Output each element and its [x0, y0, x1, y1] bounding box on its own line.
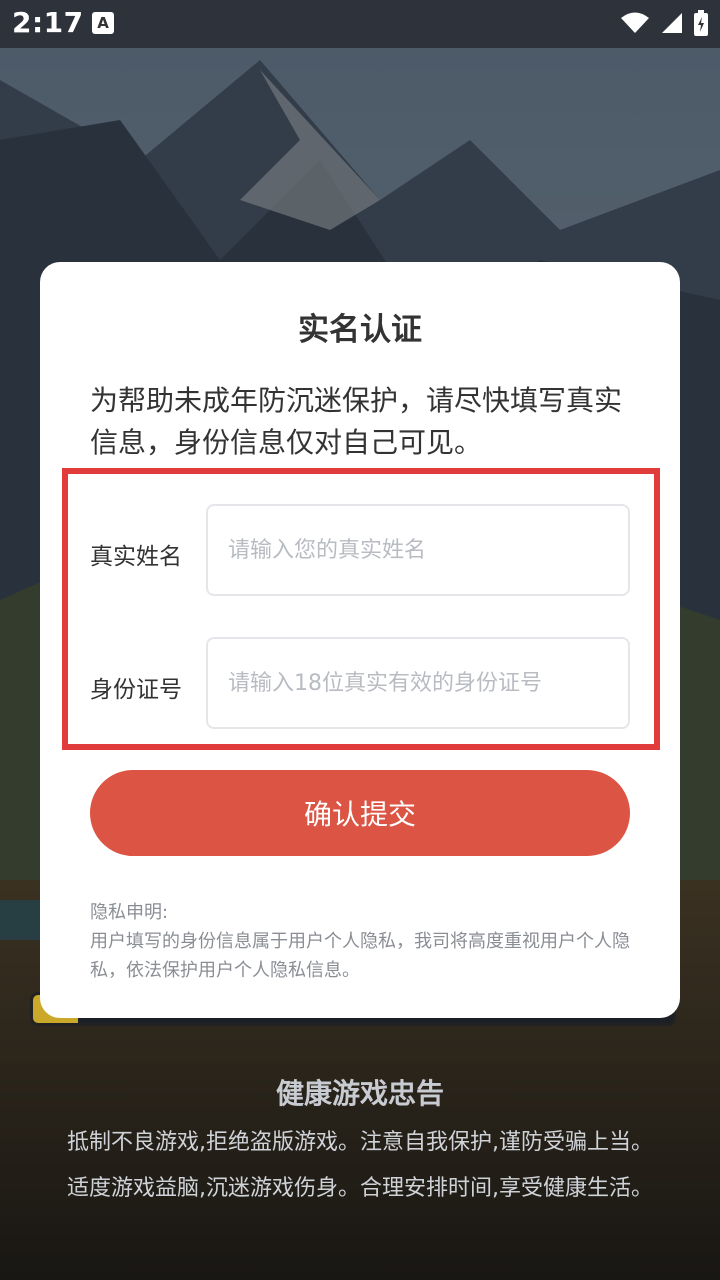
battery-icon — [694, 10, 708, 36]
status-time: 2:17 — [12, 6, 84, 39]
privacy-text: 用户填写的身份信息属于用户个人隐私，我司将高度重视用户个人隐私，依法保护用户个人… — [90, 931, 630, 981]
health-notice-line-1: 抵制不良游戏,拒绝盗版游戏。注意自我保护,谨防受骗上当。 — [67, 1130, 653, 1155]
real-name-input[interactable] — [206, 504, 630, 596]
id-number-input[interactable] — [206, 637, 630, 729]
signal-icon — [662, 13, 682, 33]
notification-icon: A — [92, 12, 114, 34]
real-name-verification-dialog: 实名认证 为帮助未成年防沉迷保护，请尽快填写真实信息，身份信息仅对自己可见。 真… — [40, 262, 680, 1018]
privacy-statement: 隐私申明: 用户填写的身份信息属于用户个人隐私，我司将高度重视用户个人隐私，依法… — [90, 898, 640, 985]
health-notice-title: 健康游戏忠告 — [275, 1077, 444, 1110]
id-number-label: 身份证号 — [90, 677, 182, 703]
dialog-title: 实名认证 — [298, 312, 422, 348]
privacy-title: 隐私申明: — [90, 902, 169, 923]
wifi-icon — [621, 12, 649, 33]
real-name-label: 真实姓名 — [90, 544, 182, 570]
confirm-submit-button[interactable]: 确认提交 — [90, 770, 630, 856]
dialog-intro-text: 为帮助未成年防沉迷保护，请尽快填写真实信息，身份信息仅对自己可见。 — [90, 384, 623, 459]
health-notice-line-2: 适度游戏益脑,沉迷游戏伤身。合理安排时间,享受健康生活。 — [67, 1176, 653, 1201]
status-bar: 2:17 A — [0, 0, 720, 48]
